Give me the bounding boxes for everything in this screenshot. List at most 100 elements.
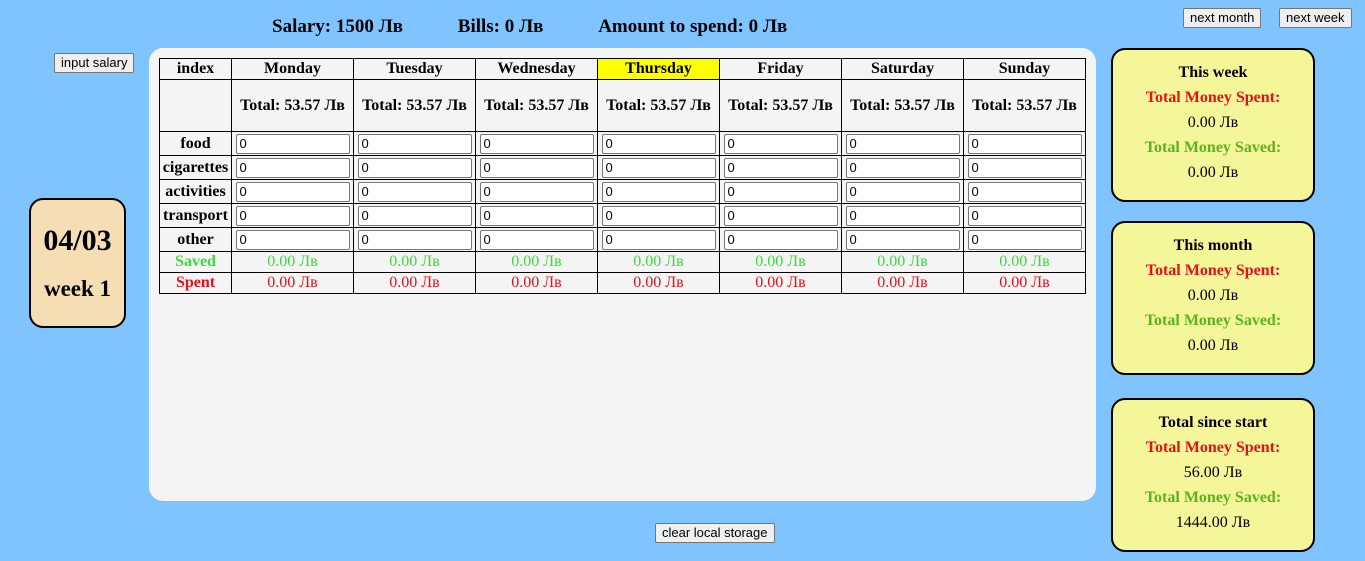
food-thursday-input[interactable] [601,133,716,154]
category-input-cell [597,155,720,180]
activities-saturday-input[interactable] [845,181,960,202]
spent-value: 0.00 Лв [963,272,1086,294]
category-input-cell [963,131,1086,156]
activities-sunday-input[interactable] [967,181,1082,202]
saved-row: Saved 0.00 Лв 0.00 Лв 0.00 Лв 0.00 Лв 0.00 Лв… [159,251,1086,273]
category-row-food: food [159,131,1086,156]
category-input-cell [353,179,476,204]
food-tuesday-input[interactable] [357,133,472,154]
spent-value: 0.00 Лв [475,272,598,294]
activities-friday-input[interactable] [723,181,838,202]
this-week-card: This week Total Money Spent: 0.00 Лв Tot… [1111,48,1315,202]
cigarettes-friday-input[interactable] [723,157,838,178]
activities-thursday-input[interactable] [601,181,716,202]
category-input-cell [719,131,842,156]
total-since-start-card: Total since start Total Money Spent: 56.… [1111,398,1315,552]
category-input-cell [963,179,1086,204]
spent-label: Spent [159,272,232,294]
activities-wednesday-input[interactable] [479,181,594,202]
food-wednesday-input[interactable] [479,133,594,154]
this-week-saved-label: Total Money Saved: [1144,139,1282,156]
cigarettes-thursday-input[interactable] [601,157,716,178]
category-input-cell [231,155,354,180]
category-input-cell [475,179,598,204]
other-friday-input[interactable] [723,229,838,250]
transport-sunday-input[interactable] [967,205,1082,226]
category-input-cell [841,203,964,228]
transport-tuesday-input[interactable] [357,205,472,226]
spent-value: 0.00 Лв [841,272,964,294]
food-sunday-input[interactable] [967,133,1082,154]
activities-tuesday-input[interactable] [357,181,472,202]
category-label: transport [159,203,232,228]
category-input-cell [719,203,842,228]
clear-local-storage-button[interactable]: clear local storage [655,523,775,543]
category-input-cell [597,179,720,204]
transport-monday-input[interactable] [235,205,350,226]
other-thursday-input[interactable] [601,229,716,250]
daily-total-row: Total: 53.57 Лв Total: 53.57 Лв Total: 5… [159,79,1086,132]
category-input-cell [963,203,1086,228]
category-input-cell [475,131,598,156]
category-input-cell [597,203,720,228]
daily-total: Total: 53.57 Лв [963,79,1086,132]
category-row-activities: activities [159,179,1086,204]
daily-total-index-cell [159,79,232,132]
day-header-monday: Monday [231,58,354,80]
next-week-button[interactable]: next week [1279,8,1352,28]
saved-value: 0.00 Лв [597,251,720,273]
category-input-cell [353,227,476,252]
cigarettes-sunday-input[interactable] [967,157,1082,178]
category-input-cell [719,227,842,252]
other-wednesday-input[interactable] [479,229,594,250]
day-header-wednesday: Wednesday [475,58,598,80]
transport-saturday-input[interactable] [845,205,960,226]
budget-summary: Salary: 1500 Лв Bills: 0 Лв Amount to sp… [272,16,787,38]
daily-total: Total: 53.57 Лв [475,79,598,132]
other-sunday-input[interactable] [967,229,1082,250]
food-monday-input[interactable] [235,133,350,154]
food-friday-input[interactable] [723,133,838,154]
transport-wednesday-input[interactable] [479,205,594,226]
day-header-sunday: Sunday [963,58,1086,80]
category-row-other: other [159,227,1086,252]
current-date: 04/03 [43,224,112,257]
spent-value: 0.00 Лв [719,272,842,294]
spent-row: Spent 0.00 Лв 0.00 Лв 0.00 Лв 0.00 Лв 0.00 Лв… [159,272,1086,294]
this-month-saved-value: 0.00 Лв [1187,337,1239,354]
other-saturday-input[interactable] [845,229,960,250]
this-week-title: This week [1178,64,1248,81]
transport-friday-input[interactable] [723,205,838,226]
cigarettes-wednesday-input[interactable] [479,157,594,178]
other-tuesday-input[interactable] [357,229,472,250]
this-month-saved-label: Total Money Saved: [1144,312,1282,329]
category-input-cell [231,203,354,228]
cigarettes-saturday-input[interactable] [845,157,960,178]
cigarettes-monday-input[interactable] [235,157,350,178]
category-input-cell [231,131,354,156]
day-header-friday: Friday [719,58,842,80]
food-saturday-input[interactable] [845,133,960,154]
other-monday-input[interactable] [235,229,350,250]
category-label: cigarettes [159,155,232,180]
next-month-button[interactable]: next month [1183,8,1262,28]
transport-thursday-input[interactable] [601,205,716,226]
daily-total: Total: 53.57 Лв [719,79,842,132]
category-input-cell [841,179,964,204]
amount-to-spend-text: Amount to spend: 0 Лв [598,16,788,37]
spent-value: 0.00 Лв [597,272,720,294]
category-input-cell [597,227,720,252]
category-input-cell [231,179,354,204]
input-salary-button[interactable]: input salary [54,53,135,73]
cigarettes-tuesday-input[interactable] [357,157,472,178]
category-input-cell [719,179,842,204]
this-week-saved-value: 0.00 Лв [1187,164,1239,181]
activities-monday-input[interactable] [235,181,350,202]
this-month-title: This month [1173,237,1253,254]
index-header: index [159,58,232,80]
weekly-budget-table: index Monday Tuesday Wednesday Thursday … [159,58,1086,294]
spent-value: 0.00 Лв [353,272,476,294]
this-week-spent-value: 0.00 Лв [1187,114,1239,131]
saved-value: 0.00 Лв [963,251,1086,273]
category-input-cell [353,203,476,228]
